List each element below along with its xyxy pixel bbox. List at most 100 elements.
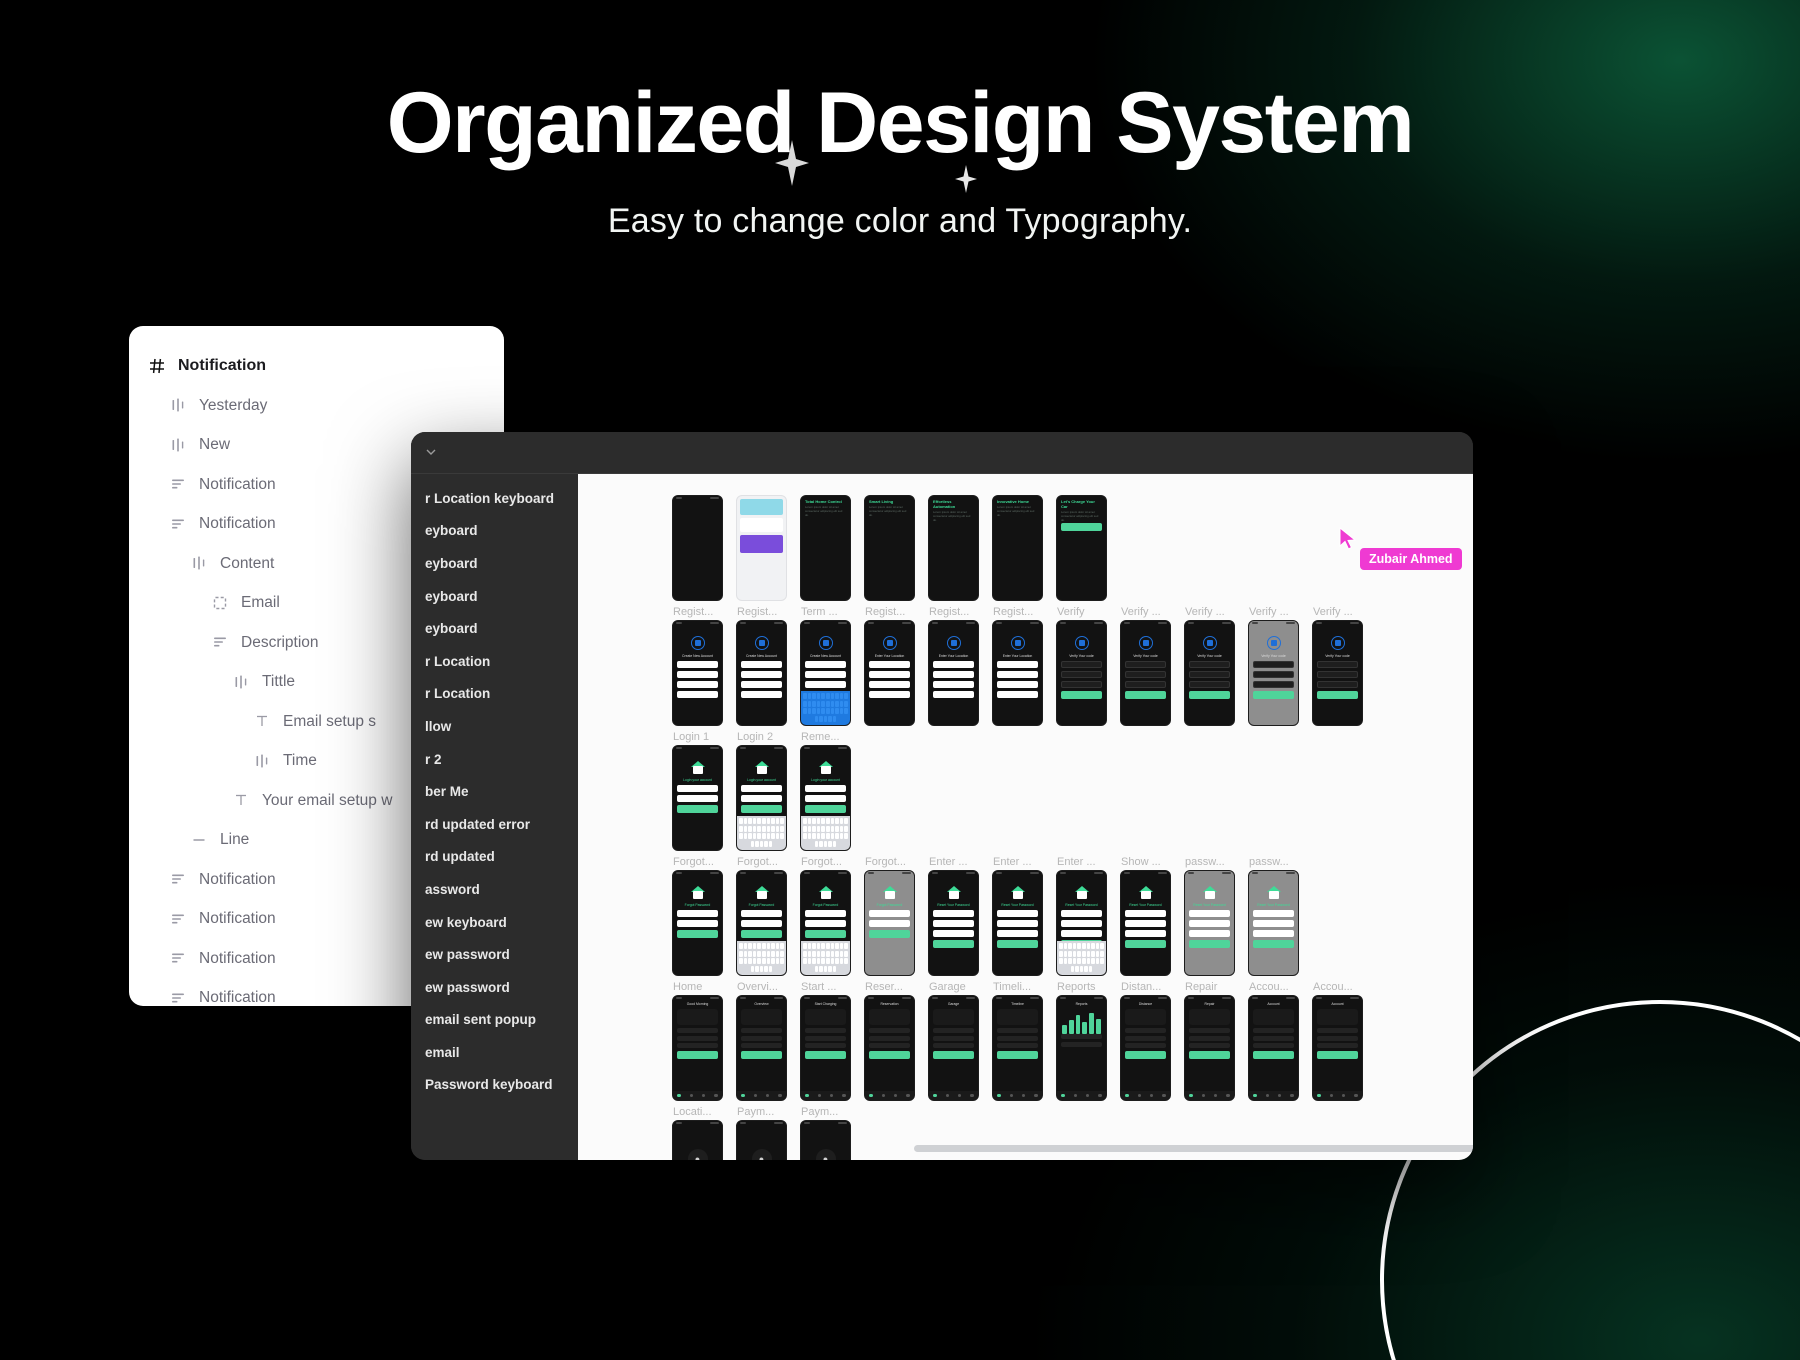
key[interactable]: [844, 818, 848, 824]
key[interactable]: [1091, 958, 1095, 964]
key[interactable]: [807, 825, 812, 832]
key[interactable]: [1100, 943, 1104, 949]
phone-mockup[interactable]: Reset Your Password: [1184, 870, 1235, 976]
key[interactable]: [1086, 950, 1091, 957]
design-frame[interactable]: Login 2 Login your account: [736, 730, 800, 851]
phone-mockup[interactable]: Reset Your Password: [1056, 870, 1107, 976]
primary-button[interactable]: [869, 1050, 910, 1059]
key[interactable]: [844, 943, 848, 949]
key[interactable]: [826, 958, 830, 964]
key[interactable]: [750, 965, 755, 972]
key[interactable]: [750, 840, 755, 847]
key[interactable]: [743, 950, 748, 957]
input-field[interactable]: [997, 671, 1038, 678]
figma-layer-sidebar[interactable]: r Location keyboard eyboard eyboard eyboard…: [411, 474, 578, 1160]
design-frame[interactable]: Verify ... Verify Your code: [1120, 605, 1184, 726]
design-frame[interactable]: Verify ... Verify Your code: [1184, 605, 1248, 726]
phone-mockup[interactable]: Login your account: [736, 745, 787, 851]
design-frame[interactable]: Accou... Account: [1312, 980, 1376, 1101]
bottom-nav[interactable]: [865, 1091, 914, 1100]
figma-layer-item[interactable]: eyboard: [411, 612, 578, 645]
nav-item[interactable]: [1125, 1093, 1129, 1098]
figma-layer-item[interactable]: email sent popup: [411, 1004, 578, 1037]
key[interactable]: [752, 833, 757, 839]
key[interactable]: [807, 708, 812, 714]
design-frame[interactable]: Accou... Account: [1248, 980, 1312, 1101]
input-field[interactable]: [1189, 930, 1230, 937]
key[interactable]: [816, 825, 821, 832]
figma-layer-item[interactable]: ber Me: [411, 775, 578, 808]
key[interactable]: [748, 943, 752, 949]
nav-item[interactable]: [778, 1093, 782, 1098]
input-field[interactable]: [1061, 910, 1102, 917]
key[interactable]: [755, 840, 759, 847]
key[interactable]: [748, 825, 752, 832]
key[interactable]: [780, 958, 784, 964]
key[interactable]: [821, 818, 825, 824]
phone-mockup[interactable]: Reset Your Password: [928, 870, 979, 976]
key[interactable]: [1063, 958, 1068, 964]
key[interactable]: [757, 833, 761, 839]
figma-layer-item[interactable]: ew keyboard: [411, 906, 578, 939]
key[interactable]: [803, 833, 807, 839]
primary-button[interactable]: [997, 940, 1038, 948]
key[interactable]: [816, 700, 821, 707]
key[interactable]: [821, 708, 825, 714]
figma-layer-item[interactable]: r 2: [411, 743, 578, 776]
design-frame[interactable]: Repair Repair: [1184, 980, 1248, 1101]
key[interactable]: [1077, 950, 1081, 957]
key[interactable]: [803, 708, 807, 714]
figma-layer-item[interactable]: ew password: [411, 971, 578, 1004]
key[interactable]: [768, 965, 773, 972]
phone-mockup[interactable]: Reports: [1056, 995, 1107, 1101]
key[interactable]: [826, 833, 830, 839]
input-field[interactable]: [1061, 920, 1102, 927]
input-field[interactable]: [1253, 671, 1294, 678]
key[interactable]: [803, 950, 807, 957]
bottom-nav[interactable]: [993, 1091, 1042, 1100]
design-frame[interactable]: passw... Reset Your Password: [1184, 855, 1248, 976]
primary-button[interactable]: [997, 1050, 1038, 1059]
key[interactable]: [826, 818, 830, 824]
design-frame[interactable]: Verify ... Verify Your code: [1312, 605, 1376, 726]
key[interactable]: [780, 833, 784, 839]
nav-item[interactable]: [1098, 1093, 1102, 1098]
primary-button[interactable]: [741, 930, 782, 938]
on-screen-keyboard[interactable]: [1057, 941, 1106, 975]
design-frame[interactable]: Home Good Morning: [672, 980, 736, 1101]
nav-item[interactable]: [933, 1093, 937, 1098]
design-frame[interactable]: Innovative Home Lorem ipsum dolor sit ame…: [992, 480, 1056, 601]
phone-mockup[interactable]: [736, 495, 787, 601]
design-frame[interactable]: Verify Verify Your code: [1056, 605, 1120, 726]
nav-item[interactable]: [1290, 1093, 1294, 1098]
key[interactable]: [1068, 958, 1072, 964]
input-field[interactable]: [1125, 910, 1166, 917]
bottom-nav[interactable]: [1249, 1091, 1298, 1100]
phone-mockup[interactable]: Repair: [1184, 995, 1235, 1101]
key[interactable]: [743, 825, 748, 832]
key[interactable]: [771, 943, 775, 949]
key[interactable]: [1070, 965, 1075, 972]
phone-mockup[interactable]: Forgot Password: [800, 870, 851, 976]
key[interactable]: [807, 693, 812, 699]
key[interactable]: [780, 950, 784, 957]
input-field[interactable]: [1061, 671, 1102, 678]
key[interactable]: [826, 693, 830, 699]
key[interactable]: [768, 840, 773, 847]
design-frame[interactable]: Term ... Create New Account: [800, 605, 864, 726]
phone-mockup[interactable]: Verify Your code: [1120, 620, 1171, 726]
input-field[interactable]: [1253, 930, 1294, 937]
input-field[interactable]: [933, 681, 974, 688]
key[interactable]: [780, 825, 784, 832]
bottom-nav[interactable]: [1313, 1091, 1362, 1100]
key[interactable]: [812, 943, 816, 949]
key[interactable]: [821, 700, 825, 707]
phone-mockup[interactable]: Innovative Home Lorem ipsum dolor sit ame…: [992, 495, 1043, 601]
phone-mockup[interactable]: Create New Account: [800, 620, 851, 726]
key[interactable]: [759, 965, 764, 972]
nav-item[interactable]: [1253, 1093, 1257, 1098]
nav-item[interactable]: [1149, 1093, 1154, 1098]
phone-mockup[interactable]: Total Home Control Lorem ipsum dolor sit …: [800, 495, 851, 601]
key[interactable]: [830, 700, 835, 707]
key[interactable]: [828, 965, 832, 972]
